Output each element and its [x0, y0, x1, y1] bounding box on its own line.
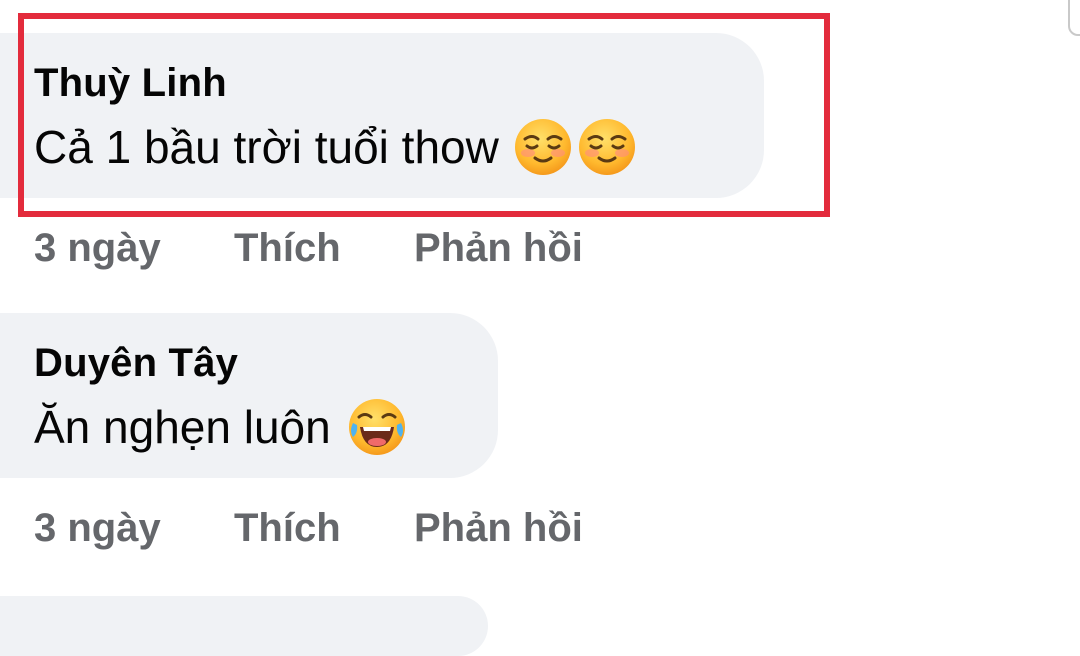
- comment-author[interactable]: Duyên Tây: [34, 341, 238, 386]
- comment-bubble[interactable]: Duyên Tây Ăn nghẹn luôn: [0, 313, 498, 478]
- comment-text-row: Ăn nghẹn luôn: [34, 397, 407, 457]
- corner-frame: [1068, 0, 1080, 36]
- smiling-face-icon: [513, 117, 573, 177]
- comment-text-row: Cả 1 bầu trời tuổi thow: [34, 117, 637, 177]
- comment-timestamp[interactable]: 3 ngày: [34, 226, 161, 271]
- comment-author[interactable]: Thuỳ Linh: [34, 61, 227, 106]
- reply-button[interactable]: Phản hồi: [414, 506, 583, 551]
- comment-text: Ăn nghẹn luôn: [34, 401, 331, 453]
- smiling-face-icon: [577, 117, 637, 177]
- like-button[interactable]: Thích: [234, 506, 341, 551]
- reply-button[interactable]: Phản hồi: [414, 226, 583, 271]
- tears-of-joy-icon: [347, 397, 407, 457]
- like-button[interactable]: Thích: [234, 226, 341, 271]
- comment-text: Cả 1 bầu trời tuổi thow: [34, 121, 499, 173]
- comment-bubble-partial[interactable]: [0, 596, 488, 656]
- comment-timestamp[interactable]: 3 ngày: [34, 506, 161, 551]
- comment-bubble[interactable]: Thuỳ Linh Cả 1 bầu trời tuổi thow: [0, 33, 764, 198]
